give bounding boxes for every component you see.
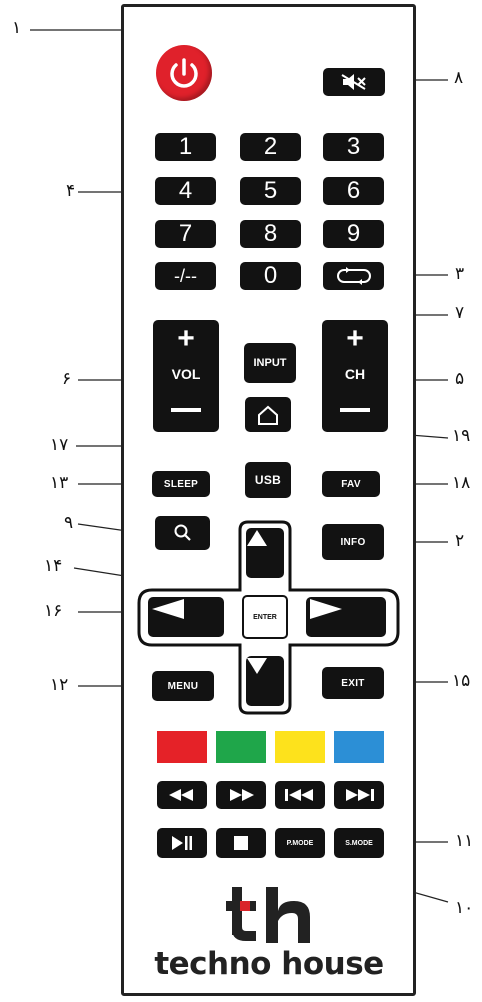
green-key[interactable] xyxy=(216,731,266,763)
right-arrow-button[interactable] xyxy=(306,597,386,637)
channel-rocker[interactable]: + CH xyxy=(322,320,388,432)
number-6-button[interactable]: 6 xyxy=(323,177,384,205)
number-4-button[interactable]: 4 xyxy=(155,177,216,205)
red-key[interactable] xyxy=(157,731,207,763)
callout-18: ۱۸ xyxy=(452,473,471,493)
picture-mode-button[interactable]: P.MODE xyxy=(275,828,325,858)
volume-up-label[interactable]: + xyxy=(153,324,219,354)
volume-rocker[interactable]: + VOL xyxy=(153,320,219,432)
usb-button[interactable]: USB xyxy=(245,462,291,498)
callout-12: ۱۲ xyxy=(50,675,69,695)
number-8-button[interactable]: 8 xyxy=(240,220,301,248)
callout-14: ۱۴ xyxy=(44,556,63,576)
fast-forward-icon xyxy=(230,789,254,801)
next-icon xyxy=(346,789,374,801)
callout-15: ۱۵ xyxy=(452,671,471,691)
volume-down-minus[interactable] xyxy=(171,408,201,412)
number-0-button[interactable]: 0 xyxy=(240,262,301,290)
callout-8: ۸ xyxy=(454,68,464,88)
previous-button[interactable] xyxy=(275,781,325,809)
callout-9: ۹ xyxy=(64,513,74,533)
number-1-button[interactable]: 1 xyxy=(155,133,216,161)
channel-up-label[interactable]: + xyxy=(322,324,388,354)
callout-13: ۱۳ xyxy=(50,473,69,493)
blue-key[interactable] xyxy=(334,731,384,763)
recall-icon xyxy=(336,267,371,285)
enter-button[interactable]: ENTER xyxy=(242,595,288,639)
play-pause-icon xyxy=(172,836,192,850)
callout-4: ۴ xyxy=(66,181,76,201)
stop-icon xyxy=(234,836,248,850)
recall-button[interactable] xyxy=(323,262,384,290)
callout-5: ۵ xyxy=(455,369,465,389)
menu-button[interactable]: MENU xyxy=(152,671,214,701)
callout-7: ۷ xyxy=(455,303,465,323)
up-arrow-button[interactable] xyxy=(246,528,284,578)
callout-11: ۱۱ xyxy=(455,831,474,851)
mute-button[interactable] xyxy=(323,68,385,96)
stop-button[interactable] xyxy=(216,828,266,858)
right-arrow-icon xyxy=(310,599,342,619)
home-icon xyxy=(258,405,278,425)
callout-19: ۱۹ xyxy=(452,426,471,446)
down-arrow-icon xyxy=(247,658,267,674)
fav-button[interactable]: FAV xyxy=(322,471,380,497)
home-button[interactable] xyxy=(245,397,291,432)
number-9-button[interactable]: 9 xyxy=(323,220,384,248)
callout-1: ۱ xyxy=(12,18,22,38)
channel-down-minus[interactable] xyxy=(340,408,370,412)
volume-label: VOL xyxy=(171,366,201,382)
callout-2: ۲ xyxy=(455,531,465,551)
brand-name: techno house xyxy=(154,946,384,982)
brand-logo-mark xyxy=(226,885,316,947)
left-arrow-icon xyxy=(152,599,184,619)
number-5-button[interactable]: 5 xyxy=(240,177,301,205)
callout-10: ۱۰ xyxy=(455,898,474,918)
callout-6: ۶ xyxy=(62,369,72,389)
yellow-key[interactable] xyxy=(275,731,325,763)
play-pause-button[interactable] xyxy=(157,828,207,858)
up-arrow-icon xyxy=(247,530,267,546)
rewind-icon xyxy=(169,789,193,801)
power-icon xyxy=(170,58,198,88)
left-arrow-button[interactable] xyxy=(148,597,224,637)
down-arrow-button[interactable] xyxy=(246,656,284,706)
sleep-button[interactable]: SLEEP xyxy=(152,471,210,497)
power-button[interactable] xyxy=(156,45,212,101)
number-3-button[interactable]: 3 xyxy=(323,133,384,161)
callout-16: ۱۶ xyxy=(44,601,63,621)
channel-label: CH xyxy=(344,366,366,382)
input-button[interactable]: INPUT xyxy=(244,343,296,383)
fast-forward-button[interactable] xyxy=(216,781,266,809)
next-button[interactable] xyxy=(334,781,384,809)
exit-button[interactable]: EXIT xyxy=(322,667,384,699)
mute-icon xyxy=(341,74,366,90)
number-2-button[interactable]: 2 xyxy=(240,133,301,161)
callout-3: ۳ xyxy=(455,264,465,284)
number-7-button[interactable]: 7 xyxy=(155,220,216,248)
rewind-button[interactable] xyxy=(157,781,207,809)
previous-icon xyxy=(285,789,313,801)
sound-mode-button[interactable]: S.MODE xyxy=(334,828,384,858)
callout-17: ۱۷ xyxy=(50,435,69,455)
digit-toggle-button[interactable]: -/-- xyxy=(155,262,216,290)
